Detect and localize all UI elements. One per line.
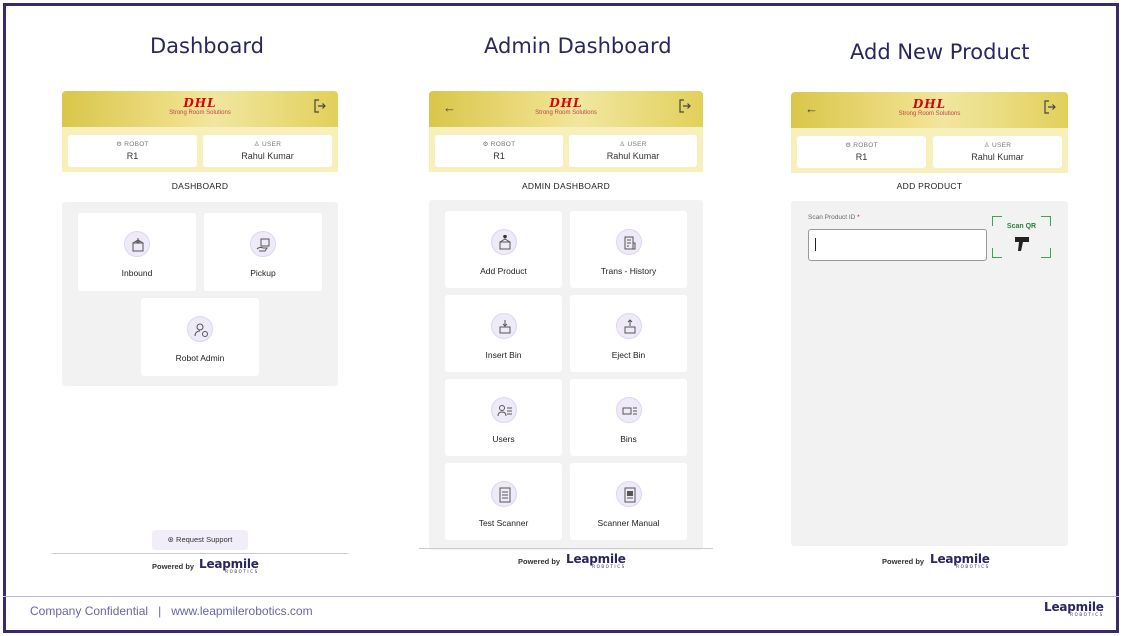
dashboard-screen: DHL Strong Room Solutions ⚙ ROBOT R1 ♙ U… [62,91,338,581]
user-card: ♙ USER Rahul Kumar [203,135,332,167]
leapmile-logo: Leapmile ROBOTICS [566,552,626,569]
insert-bin-icon [490,313,517,339]
robot-card: ⚙ ROBOT R1 [68,135,197,167]
leapmile-logo: Leapmile ROBOTICS [930,552,990,569]
robot-value: R1 [126,151,139,161]
tile-label: Pickup [250,268,276,278]
app-header: ← DHL Strong Room Solutions [429,91,703,127]
tile-label: Test Scanner [478,518,529,528]
history-icon [615,229,642,255]
logout-icon[interactable] [679,99,691,113]
tile-label: Robot Admin [175,353,225,363]
section-title: DASHBOARD [171,181,229,191]
scanner-manual-icon [615,481,642,507]
tile-label: Insert Bin [485,350,522,360]
user-card: ♙ USER Rahul Kumar [569,135,697,167]
user-value: Rahul Kumar [241,151,294,161]
tile-trans-history[interactable]: Trans - History [570,211,687,288]
footer-leapmile-logo: Leapmile ROBOTICS [1044,600,1104,617]
add-product-panel: Scan Product ID * Scan QR [791,201,1068,546]
info-strip: ⚙ ROBOT R1 ♙ USER Rahul Kumar [62,127,338,172]
powered-by-text: Powered by [152,562,195,571]
back-arrow-icon[interactable]: ← [443,100,456,115]
tile-inbound[interactable]: Inbound [78,213,196,291]
user-value: Rahul Kumar [606,151,660,161]
add-product-screen: ← DHL Strong Room Solutions ⚙ ROBOT R1 ♙… [791,92,1068,547]
user-value: Rahul Kumar [971,152,1024,162]
dhl-logo: DHL Strong Room Solutions [898,97,961,117]
footer-text: Company Confidential | www.leapmilerobot… [30,604,313,618]
title-admin-dashboard: Admin Dashboard [484,34,672,58]
dhl-logo: DHL Strong Room Solutions [169,96,231,116]
robot-value: R1 [493,151,505,161]
scan-product-input[interactable] [808,229,987,261]
tile-users[interactable]: Users [445,379,562,456]
tile-label: Eject Bin [611,350,646,360]
leapmile-logo: Leapmile ROBOTICS [199,557,259,574]
section-title: ADMIN DASHBOARD [521,181,611,191]
tile-label: Scanner Manual [597,518,660,528]
user-card: ♙ USER Rahul Kumar [933,136,1062,168]
dashboard-panel: Inbound Pickup Robot Admin [62,202,338,386]
eject-bin-icon [615,313,642,339]
logout-icon[interactable] [314,99,326,113]
admin-dashboard-screen: ← DHL Strong Room Solutions ⚙ ROBOT R1 ♙… [429,91,703,551]
tile-label: Trans - History [600,266,657,276]
robot-label: ⚙ ROBOT [116,141,149,148]
tile-scanner-manual[interactable]: Scanner Manual [570,463,687,540]
tile-label: Bins [620,434,637,444]
tile-label: Add Product [480,266,527,276]
divider [419,548,713,549]
robot-card: ⚙ ROBOT R1 [435,135,563,167]
bins-icon [615,397,642,423]
pickup-icon [250,231,276,257]
scan-qr-button[interactable]: Scan QR [992,216,1051,258]
app-header: DHL Strong Room Solutions [62,91,338,127]
tile-label: Inbound [121,268,153,278]
info-strip: ⚙ ROBOT R1 ♙ USER Rahul Kumar [429,127,703,172]
tile-eject-bin[interactable]: Eject Bin [570,295,687,372]
scan-product-label: Scan Product ID * [808,214,860,221]
title-add-new-product: Add New Product [850,40,1030,64]
divider [52,553,348,554]
powered-by-text: Powered by [518,557,561,566]
tile-label: Users [492,434,515,444]
title-dashboard: Dashboard [150,34,264,58]
tile-pickup[interactable]: Pickup [204,213,322,291]
user-label: ♙ USER [253,141,282,148]
logout-icon[interactable] [1044,100,1056,114]
footer-divider [3,596,1119,597]
robot-label: ⚙ ROBOT [482,141,516,148]
info-strip: ⚙ ROBOT R1 ♙ USER Rahul Kumar [791,128,1068,173]
robot-value: R1 [855,152,868,162]
scan-qr-label: Scan QR [1006,223,1037,230]
barcode-scanner-icon [1015,237,1029,251]
robot-card: ⚙ ROBOT R1 [797,136,926,168]
back-arrow-icon[interactable]: ← [805,101,818,116]
tile-test-scanner[interactable]: Test Scanner [445,463,562,540]
powered-by-text: Powered by [882,557,925,566]
robot-admin-icon [187,316,213,342]
request-support-button[interactable]: ⊛ Request Support [152,530,248,550]
inbound-icon [124,231,150,257]
add-product-icon [490,229,517,255]
dhl-logo: DHL Strong Room Solutions [535,96,597,116]
user-label: ♙ USER [619,141,647,148]
test-scanner-icon [490,481,517,507]
tile-bins[interactable]: Bins [570,379,687,456]
tile-add-product[interactable]: Add Product [445,211,562,288]
robot-label: ⚙ ROBOT [845,142,878,149]
users-icon [490,397,517,423]
section-title: ADD PRODUCT [896,181,963,191]
support-icon: ⊛ [167,535,174,544]
app-header: ← DHL Strong Room Solutions [791,92,1068,128]
tile-insert-bin[interactable]: Insert Bin [445,295,562,372]
admin-panel: Add Product Trans - History Insert Bin E… [429,200,703,550]
tile-robot-admin[interactable]: Robot Admin [141,298,259,376]
text-caret [815,238,816,251]
user-label: ♙ USER [983,142,1012,149]
